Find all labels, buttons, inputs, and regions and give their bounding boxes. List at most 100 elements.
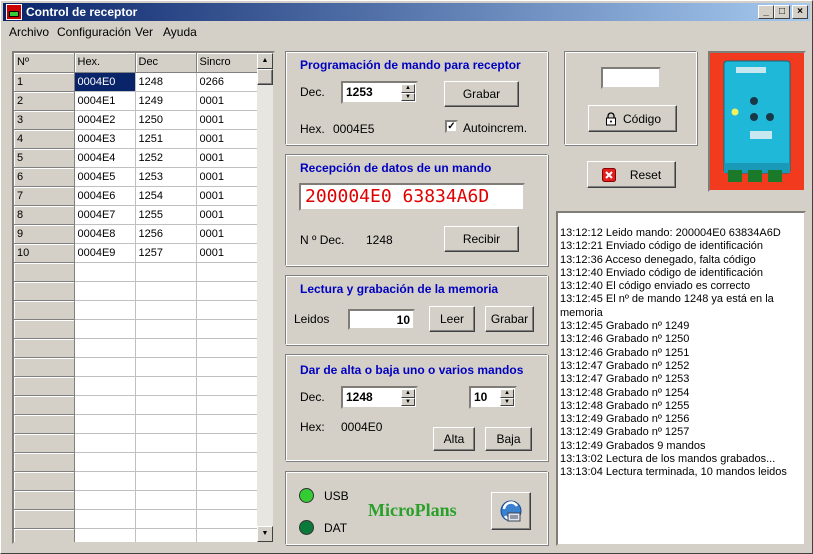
prog-grabar-button[interactable]: Grabar (444, 81, 519, 107)
table-row[interactable] (14, 490, 260, 510)
grid-row-header[interactable]: 7 (14, 186, 75, 206)
grid-cell[interactable]: 1251 (135, 129, 197, 149)
grid-cell[interactable]: 0001 (196, 186, 260, 206)
grid-row-header[interactable] (14, 452, 75, 472)
table-row[interactable] (14, 281, 260, 301)
grid-cell[interactable] (135, 338, 197, 358)
grid-cell[interactable]: 0004E2 (74, 110, 136, 130)
table-row[interactable]: 10 0004E9 1257 0001 (14, 243, 260, 263)
usb-connect-button[interactable] (491, 492, 531, 530)
grid-row-header[interactable]: 9 (14, 224, 75, 244)
grid-column-header[interactable]: Nº (14, 53, 75, 73)
grid-cell[interactable] (196, 376, 260, 396)
table-row[interactable]: 9 0004E8 1256 0001 (14, 224, 260, 244)
grid-cell[interactable]: 1249 (135, 91, 197, 111)
grid-cell[interactable] (135, 471, 197, 491)
table-row[interactable] (14, 528, 260, 542)
grid-column-header[interactable]: Dec (135, 53, 197, 73)
grid-cell[interactable]: 0004E9 (74, 243, 136, 263)
grid-cell[interactable] (74, 528, 136, 542)
event-log[interactable]: 13:12:12 Leido mando: 200004E0 63834A6D 1… (556, 211, 806, 546)
grid-cell[interactable]: 1250 (135, 110, 197, 130)
grid-row-header[interactable]: 1 (14, 72, 75, 92)
table-row[interactable]: 4 0004E3 1251 0001 (14, 129, 260, 149)
grid-row-header[interactable] (14, 528, 75, 542)
grid-row-header[interactable] (14, 262, 75, 282)
grid-cell[interactable] (74, 490, 136, 510)
grid-cell[interactable] (196, 471, 260, 491)
table-row[interactable]: 3 0004E2 1250 0001 (14, 110, 260, 130)
grid-cell[interactable] (74, 471, 136, 491)
grid-cell[interactable]: 0001 (196, 91, 260, 111)
grid-cell[interactable] (135, 281, 197, 301)
grid-row-header[interactable] (14, 357, 75, 377)
codigo-button[interactable]: Código (588, 105, 677, 132)
grid-column-header[interactable]: Sincro (196, 53, 260, 73)
grid-row-header[interactable] (14, 319, 75, 339)
grid-cell[interactable] (74, 357, 136, 377)
grid-row-header[interactable]: 2 (14, 91, 75, 111)
grid-cell[interactable]: 0001 (196, 224, 260, 244)
table-row[interactable] (14, 414, 260, 434)
table-row[interactable] (14, 471, 260, 491)
grid-cell[interactable] (196, 528, 260, 542)
alta-button[interactable]: Alta (433, 427, 475, 451)
title-bar[interactable]: Control de receptor _ □ × (3, 3, 810, 21)
alta-dec-spin-buttons[interactable]: ▲ ▼ (401, 389, 415, 406)
table-row[interactable] (14, 300, 260, 320)
grid-cell[interactable]: 1257 (135, 243, 197, 263)
grid-cell[interactable] (74, 452, 136, 472)
grid-cell[interactable]: 0266 (196, 72, 260, 92)
table-row[interactable]: 8 0004E7 1255 0001 (14, 205, 260, 225)
alta-count-spin-buttons[interactable]: ▲ ▼ (500, 389, 514, 406)
table-row[interactable]: 2 0004E1 1249 0001 (14, 91, 260, 111)
baja-button[interactable]: Baja (485, 427, 532, 451)
grid-cell[interactable] (135, 433, 197, 453)
grid-cell[interactable] (135, 414, 197, 434)
table-row[interactable] (14, 357, 260, 377)
menu-archivo[interactable]: Archivo (9, 25, 49, 39)
table-row[interactable] (14, 376, 260, 396)
grid-row-header[interactable]: 5 (14, 148, 75, 168)
grid-cell[interactable]: 0004E4 (74, 148, 136, 168)
table-row[interactable]: 1 0004E0 1248 0266 (14, 72, 260, 92)
grid-cell[interactable]: 0001 (196, 148, 260, 168)
grid-row-header[interactable]: 4 (14, 129, 75, 149)
grid-cell[interactable]: 1256 (135, 224, 197, 244)
grid-row-header[interactable]: 10 (14, 243, 75, 263)
table-row[interactable]: 6 0004E5 1253 0001 (14, 167, 260, 187)
grid-row-header[interactable] (14, 281, 75, 301)
grid-cell[interactable]: 0004E0 (74, 72, 136, 92)
grid-cell[interactable]: 1254 (135, 186, 197, 206)
close-button[interactable]: × (792, 5, 808, 19)
table-row[interactable] (14, 262, 260, 282)
grid-cell[interactable]: 0001 (196, 129, 260, 149)
grid-row-header[interactable] (14, 414, 75, 434)
table-row[interactable] (14, 338, 260, 358)
grid-cell[interactable] (135, 319, 197, 339)
table-row[interactable] (14, 319, 260, 339)
grid-cell[interactable] (74, 319, 136, 339)
grid-cell[interactable] (196, 357, 260, 377)
grid-cell[interactable] (74, 433, 136, 453)
scroll-up-arrow[interactable]: ▲ (257, 53, 273, 69)
table-row[interactable]: 5 0004E4 1252 0001 (14, 148, 260, 168)
grid-row-header[interactable] (14, 300, 75, 320)
table-row[interactable] (14, 433, 260, 453)
table-row[interactable] (14, 509, 260, 529)
leidos-field[interactable]: 10 (348, 309, 415, 330)
grid-cell[interactable] (135, 452, 197, 472)
alta-dec-spinner[interactable]: 1248 ▲ ▼ (341, 386, 418, 409)
lectura-grabar-button[interactable]: Grabar (485, 306, 534, 332)
table-row[interactable] (14, 452, 260, 472)
grid-cell[interactable]: 0004E5 (74, 167, 136, 187)
grid-cell[interactable] (74, 262, 136, 282)
prog-dec-spin-buttons[interactable]: ▲ ▼ (401, 84, 415, 101)
grid-row-header[interactable]: 8 (14, 205, 75, 225)
menu-ver[interactable]: Ver (135, 25, 153, 39)
codigo-input[interactable] (601, 67, 661, 89)
grid-cell[interactable]: 0004E8 (74, 224, 136, 244)
grid-cell[interactable] (74, 414, 136, 434)
grid-row-header[interactable] (14, 490, 75, 510)
grid-cell[interactable] (135, 490, 197, 510)
